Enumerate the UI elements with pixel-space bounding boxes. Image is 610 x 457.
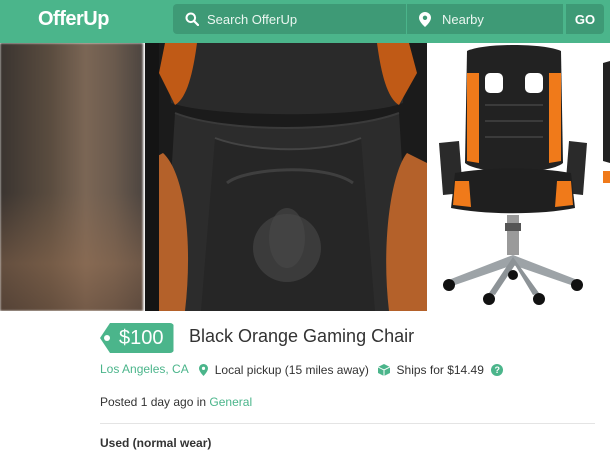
offerup-logo[interactable]: OfferUp xyxy=(38,8,109,31)
map-pin-icon xyxy=(419,12,431,27)
go-button[interactable]: GO xyxy=(566,4,604,34)
price-tag-dot xyxy=(104,335,110,341)
category-link[interactable]: General xyxy=(209,395,252,409)
posted-info: Posted 1 day ago in General xyxy=(100,395,252,409)
search-icon xyxy=(185,12,199,26)
location-box[interactable] xyxy=(407,4,563,34)
help-icon[interactable]: ? xyxy=(491,363,504,376)
listing-photo-seat-stain[interactable] xyxy=(145,43,427,311)
listing-meta-row: Los Angeles, CA Local pickup (15 miles a… xyxy=(100,362,504,377)
box-icon xyxy=(378,363,391,376)
divider xyxy=(100,423,595,424)
listing-photo-blurred[interactable] xyxy=(0,43,143,311)
posted-text: Posted 1 day ago in xyxy=(100,395,207,409)
search-box[interactable] xyxy=(173,4,406,34)
map-pin-icon xyxy=(199,363,209,376)
listing-photo-partial[interactable] xyxy=(599,43,610,311)
condition-label: Used (normal wear) xyxy=(100,436,212,450)
price-tag: $100 xyxy=(100,323,174,353)
photo-carousel[interactable] xyxy=(0,43,610,311)
location-link[interactable]: Los Angeles, CA xyxy=(100,362,188,376)
chair-seat-closeup xyxy=(145,43,427,311)
listing-title: Black Orange Gaming Chair xyxy=(189,326,415,346)
search-input[interactable] xyxy=(207,4,397,34)
pickup-info: Local pickup (15 miles away) xyxy=(214,362,369,377)
location-input[interactable] xyxy=(442,4,557,34)
gaming-chair-product-image xyxy=(429,43,597,311)
top-bar: OfferUp GO xyxy=(0,0,610,43)
listing-photo-product[interactable] xyxy=(429,43,597,311)
shipping-info: Ships for $14.49 xyxy=(396,362,484,377)
